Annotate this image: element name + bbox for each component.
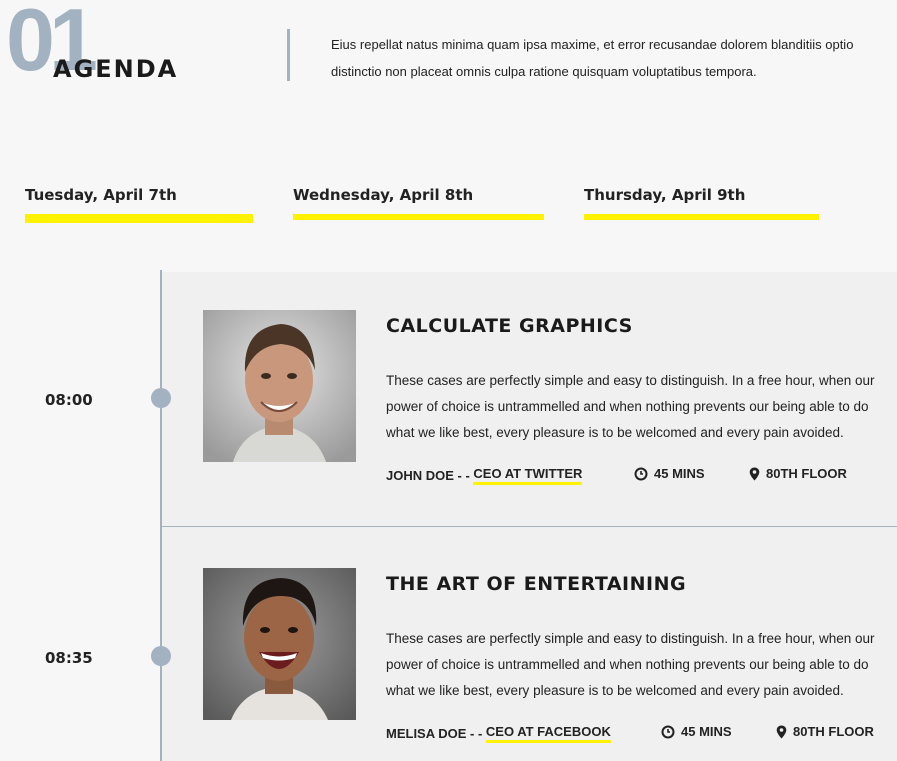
speaker-photo [203,310,356,462]
speaker-info: JOHN DOE - - CEO AT TWITTER [386,466,583,485]
intro-line-1: Eius repellat natus minima quam ipsa max… [331,37,854,52]
timeline-dot [151,388,171,408]
duration: 45 MINS [661,724,732,739]
tab-active-indicator [25,214,253,223]
clock-icon [634,467,648,480]
duration-label: 45 MINS [681,724,732,739]
speaker-photo [203,568,356,720]
session-title: THE ART OF ENTERTAINING [386,573,687,595]
session-description: These cases are perfectly simple and eas… [386,626,897,704]
clock-icon [661,725,675,738]
description-line: what we like best, every pleasure is to … [386,425,844,440]
tab-wednesday[interactable]: Wednesday, April 8th [293,186,544,220]
duration-label: 45 MINS [654,466,705,481]
portrait-man-laughing-icon [203,568,356,720]
tab-label: Wednesday, April 8th [293,186,474,204]
map-pin-icon [749,467,760,480]
speaker-name: MELISA DOE - - [386,726,486,741]
tab-thursday[interactable]: Thursday, April 9th [584,186,819,220]
map-pin-icon [776,725,787,738]
intro-line-2: distinctio non placeat omnis culpa ratio… [331,64,757,79]
location: 80TH FLOOR [776,724,874,739]
description-line: These cases are perfectly simple and eas… [386,373,875,388]
session-description: These cases are perfectly simple and eas… [386,368,897,446]
speaker-name: JOHN DOE - - [386,468,474,483]
speaker-role-link[interactable]: CEO AT TWITTER [473,466,583,485]
location-label: 80TH FLOOR [766,466,847,481]
speaker-role-link[interactable]: CEO AT FACEBOOK [485,724,611,743]
section-title: AGENDA [53,55,179,83]
session-divider [162,526,897,527]
tab-label: Tuesday, April 7th [25,186,177,204]
tab-indicator [584,214,819,220]
duration: 45 MINS [634,466,705,481]
tab-tuesday[interactable]: Tuesday, April 7th [25,186,253,223]
tab-label: Thursday, April 9th [584,186,746,204]
location: 80TH FLOOR [749,466,847,481]
tab-indicator [293,214,544,220]
session-time: 08:00 [45,391,93,409]
description-line: power of choice is untrammelled and when… [386,657,869,672]
intro-text: Eius repellat natus minima quam ipsa max… [331,31,897,85]
description-line: what we like best, every pleasure is to … [386,683,844,698]
description-line: power of choice is untrammelled and when… [386,399,869,414]
timeline-dot [151,646,171,666]
session-time: 08:35 [45,649,93,667]
session-title: CALCULATE GRAPHICS [386,315,633,337]
location-label: 80TH FLOOR [793,724,874,739]
timeline-line [160,270,162,761]
header-divider [287,29,290,81]
portrait-man-smiling-icon [203,310,356,462]
description-line: These cases are perfectly simple and eas… [386,631,875,646]
speaker-info: MELISA DOE - - CEO AT FACEBOOK [386,724,611,743]
